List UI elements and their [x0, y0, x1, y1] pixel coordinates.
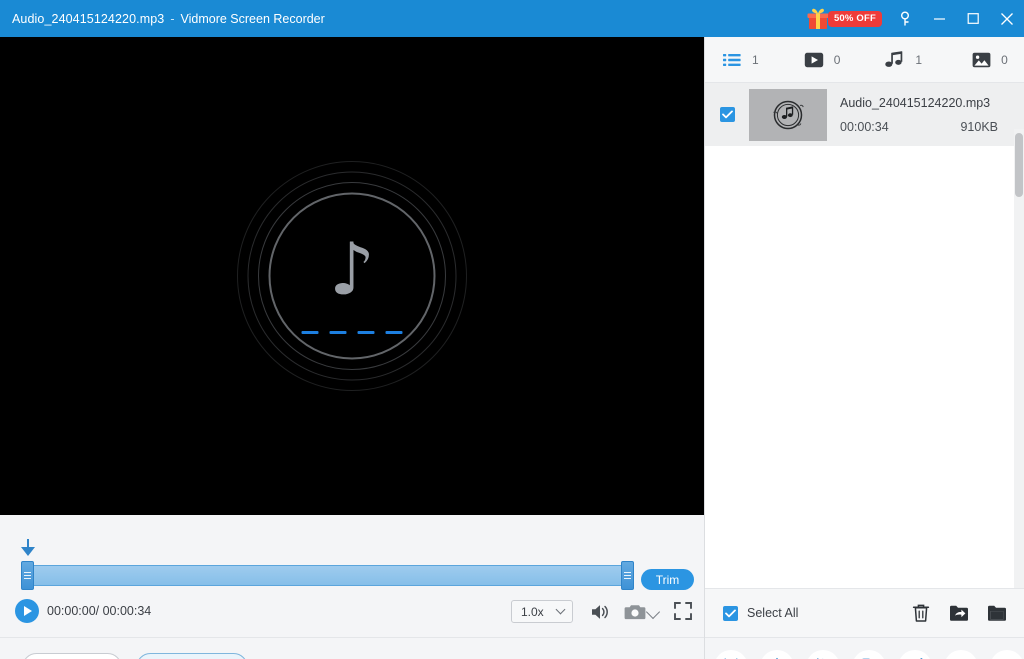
snapshot-options-chevron-down-icon[interactable] [645, 604, 661, 620]
snapshot-button[interactable] [623, 600, 647, 624]
maximize-icon [967, 13, 979, 24]
recording-file-list: Audio_240415124220.mp3 00:00:34 910KB [705, 83, 1024, 588]
music-note-thumbnail [773, 100, 804, 129]
file-thumbnail [749, 88, 827, 141]
audio-convert-tool[interactable] [944, 650, 978, 659]
volume-boost-tool[interactable] [990, 650, 1024, 659]
check-icon [722, 110, 733, 119]
video-icon [803, 50, 825, 70]
waveform-dashes [301, 331, 403, 335]
tab-all[interactable]: 1 [721, 50, 759, 70]
close-icon [1001, 12, 1013, 25]
trim-end-handle[interactable] [621, 561, 634, 590]
waveform-dash [357, 331, 375, 335]
timeline-track[interactable] [27, 565, 634, 586]
music-note-icon: ♪ [329, 227, 375, 312]
promo-button[interactable]: 50% OFF [805, 7, 882, 31]
playback-speed-value: 1.0x [521, 604, 544, 619]
trim-start-handle[interactable] [21, 561, 34, 590]
edit-tool[interactable] [898, 650, 932, 659]
time-display: 00:00:00/ 00:00:34 [47, 604, 152, 618]
title-separator: - [170, 11, 175, 26]
player-pane: ♪ Trim 00:00:00/ 00:00:34 1.0x [0, 37, 705, 659]
list-icon [721, 50, 743, 70]
select-all-bar: Select All [705, 588, 1024, 637]
app-window: Audio_240415124220.mp3 - Vidmore Screen … [0, 0, 1024, 659]
trash-icon [912, 604, 930, 622]
player-controls: 00:00:00/ 00:00:34 1.0x [0, 595, 704, 637]
compress-tool[interactable] [760, 650, 794, 659]
waveform-dash [329, 331, 347, 335]
folder-share-icon [950, 605, 968, 621]
open-folder-button[interactable] [986, 602, 1008, 624]
title-bar-controls: 50% OFF [805, 0, 1024, 37]
trim-tool[interactable] [714, 650, 748, 659]
share-button[interactable] [948, 602, 970, 624]
maximize-button[interactable] [956, 0, 990, 37]
play-icon [24, 606, 32, 616]
list-action-buttons [910, 602, 1008, 624]
minimize-button[interactable] [922, 0, 956, 37]
volume-button[interactable] [589, 600, 613, 624]
window-app-title: Vidmore Screen Recorder [180, 11, 325, 26]
file-size: 910KB [960, 119, 998, 134]
close-button[interactable] [990, 0, 1024, 37]
list-item[interactable]: Audio_240415124220.mp3 00:00:34 910KB [705, 83, 1024, 146]
trim-button[interactable]: Trim [641, 569, 694, 590]
image-icon [970, 50, 992, 70]
playback-speed-select[interactable]: 1.0x [511, 600, 573, 623]
merge-tool[interactable] [852, 650, 886, 659]
tab-video[interactable]: 0 [803, 50, 841, 70]
recording-history-pane: 1 0 1 0 Audio_240415124220.mp3 00:00:34 … [705, 37, 1024, 659]
record-actions: Record more Record Again [0, 637, 704, 659]
file-duration: 00:00:34 [840, 119, 889, 134]
file-list-scrollbar[interactable] [1014, 129, 1024, 588]
speaker-icon [592, 605, 608, 619]
record-again-button[interactable]: Record Again [136, 652, 248, 659]
select-all-label: Select All [747, 606, 799, 620]
key-icon [901, 11, 909, 26]
register-key-button[interactable] [888, 0, 922, 37]
fullscreen-button[interactable] [672, 600, 694, 622]
file-details: Audio_240415124220.mp3 00:00:34 910KB [840, 96, 1020, 134]
tab-audio[interactable]: 1 [884, 50, 922, 70]
promo-badge: 50% OFF [827, 10, 882, 27]
file-name: Audio_240415124220.mp3 [840, 95, 991, 110]
playhead-marker[interactable] [21, 547, 35, 556]
select-all-checkbox[interactable] [723, 605, 738, 621]
timeline[interactable] [0, 515, 704, 590]
tab-all-count: 1 [752, 52, 759, 67]
tab-audio-count: 1 [915, 52, 923, 67]
minimize-icon [933, 18, 945, 20]
video-preview[interactable]: ♪ [0, 37, 704, 515]
file-checkbox[interactable] [720, 107, 735, 122]
check-icon [725, 609, 736, 617]
audio-visualizer: ♪ [237, 161, 467, 391]
tab-video-count: 0 [833, 52, 841, 67]
media-tools-toolbar [705, 637, 1024, 659]
record-more-button[interactable]: Record more [22, 652, 122, 659]
folder-icon [988, 605, 1006, 621]
fullscreen-icon [674, 602, 692, 620]
convert-tool[interactable] [806, 650, 840, 659]
title-bar: Audio_240415124220.mp3 - Vidmore Screen … [0, 0, 1024, 37]
file-subinfo: 00:00:34 910KB [840, 120, 998, 134]
camera-icon [624, 605, 646, 620]
media-type-tabs: 1 0 1 0 [705, 37, 1024, 83]
scrollbar-thumb[interactable] [1015, 133, 1023, 197]
window-file-title: Audio_240415124220.mp3 [12, 11, 165, 26]
play-button[interactable] [15, 599, 39, 623]
chevron-down-icon [555, 604, 566, 615]
waveform-dash [385, 331, 403, 335]
delete-button[interactable] [910, 602, 932, 624]
tab-image-count: 0 [1001, 52, 1008, 67]
tab-image[interactable]: 0 [970, 50, 1008, 70]
waveform-dash [301, 331, 319, 335]
music-icon [884, 50, 906, 70]
timeline-selection [28, 566, 633, 585]
